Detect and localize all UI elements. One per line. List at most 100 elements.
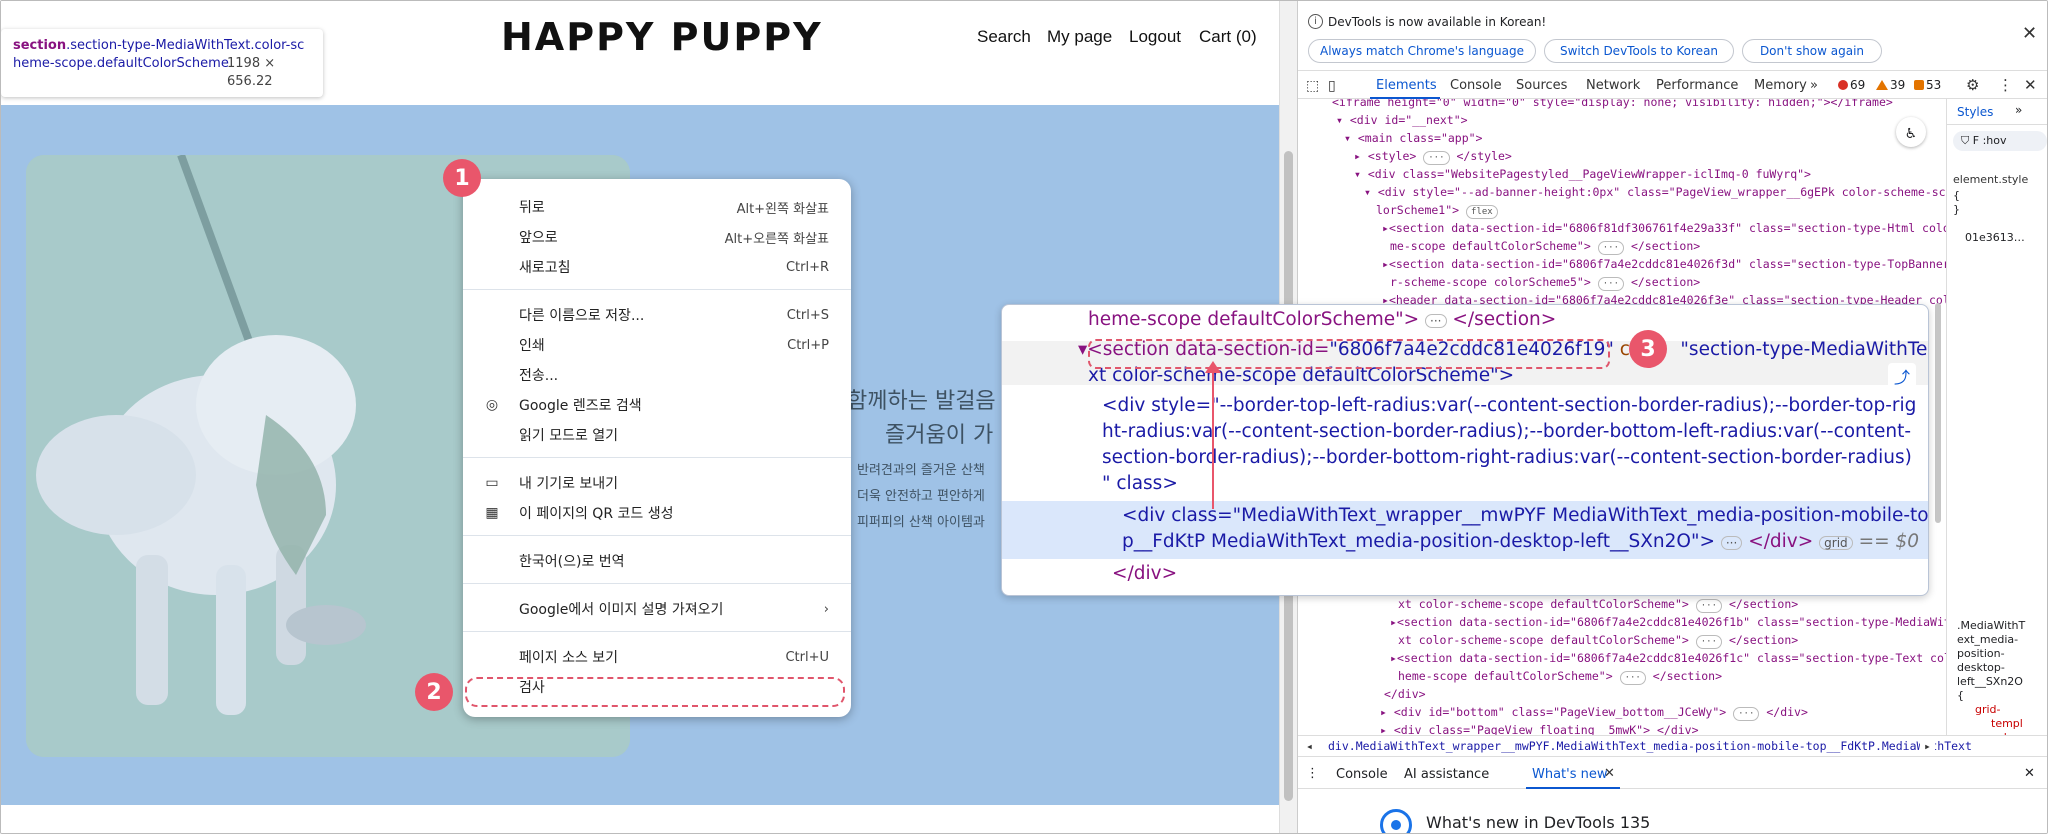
styles-pane: Styles » ⛉ F :hov element.style { } 01e3… [1946,99,2047,744]
step-2-badge: 2 [415,673,453,711]
menu-translate[interactable]: 한국어(으)로 번역 [463,547,851,575]
dom-line[interactable]: ▾ <div class="WebsitePagestyled__PageVie… [1354,165,1811,183]
tab-memory[interactable]: Memory [1754,78,1807,93]
elements-scrollbar-thumb[interactable] [1935,303,1941,523]
dom-line[interactable]: lorScheme1"> flex [1376,201,1498,219]
drawer-menu-icon[interactable]: ⋮ [1306,766,1319,781]
whats-new-title: What's new in DevTools 135 [1426,813,1651,832]
close-tab-icon[interactable]: ✕ [1604,766,1615,781]
tab-performance[interactable]: Performance [1656,78,1738,93]
infobar-message: DevTools is now available in Korean! [1328,15,1547,29]
dom-line[interactable]: ▸<section data-section-id="6806f7a4e2cdd… [1382,255,1946,273]
arrow-line [1212,369,1214,509]
dom-line[interactable]: ▸<section data-section-id="6806f7a4e2cdd… [1390,649,1946,667]
menu-save-as[interactable]: 다른 이름으로 저장... Ctrl+S [463,301,851,329]
hero-body-line2: 더욱 안전하고 편안하게 [857,489,985,504]
inspect-highlight [465,677,845,707]
dom-line[interactable]: xt color-scheme-scope defaultColorScheme… [1398,631,1798,649]
dom-line[interactable]: ▸<section data-section-id="6806f7a4e2cdd… [1390,613,1946,631]
nav-logout-link[interactable]: Logout [1129,27,1181,47]
menu-print[interactable]: 인쇄 Ctrl+P [463,331,851,359]
match-language-button[interactable]: Always match Chrome's language [1308,39,1536,63]
tooltip-dimensions: 1198 × 656.22 [227,56,276,89]
menu-back[interactable]: 뒤로 Alt+왼쪽 화살표 [463,193,851,221]
close-devtools-icon[interactable]: ✕ [2024,76,2037,94]
warning-count-badge[interactable]: 39 [1876,78,1905,92]
pin-icon[interactable]: ⤴ [1888,363,1916,389]
dom-breadcrumb[interactable]: ◂ div.MediaWithText_wrapper__mwPYF.Media… [1298,735,2047,757]
menu-google-lens[interactable]: ◎ Google 렌즈로 검색 [463,391,851,419]
dom-line[interactable]: ▾ <div style="--ad-banner-height:0px" cl… [1364,183,1946,201]
menu-send-to-devices[interactable]: ▭ 내 기기로 보내기 [463,469,851,497]
section-id-highlight [1088,339,1610,369]
zoom-line: " class> [1102,473,1178,494]
drawer-tab-console[interactable]: Console [1336,767,1388,782]
menu-reading-mode[interactable]: 읽기 모드로 열기 [463,421,851,449]
inspect-element-icon[interactable]: ⬚ [1306,78,1319,94]
tab-elements[interactable]: Elements [1376,78,1437,93]
style-brace-open: { [1953,189,1960,202]
dom-line[interactable]: heme-scope defaultColorScheme"> ··· </se… [1398,667,1722,685]
chevron-right-icon: › [823,601,829,617]
menu-view-source[interactable]: 페이지 소스 보기 Ctrl+U [463,643,851,671]
nav-search-link[interactable]: Search [977,27,1031,47]
breadcrumb-left-icon: ◂ [1306,739,1313,753]
dom-line[interactable]: r-scheme-scope colorScheme5"> ··· </sect… [1390,273,1700,291]
dom-line[interactable]: ▸ <style> ··· </style> [1354,147,1512,165]
dom-line[interactable]: ▸<section data-section-id="6806f81df3067… [1382,219,1946,237]
styles-tabbar: Styles » [1947,99,2047,125]
dom-line[interactable]: <iframe height="0" width="0" style="disp… [1332,99,1893,111]
devtools-tabbar: ⬚ ▯ Elements Console Sources Network Per… [1298,73,2047,99]
styles-filter-input[interactable]: ⛉ F :hov [1953,131,2047,151]
menu-reload[interactable]: 새로고침 Ctrl+R [463,253,851,281]
drawer-tab-ai-assistance[interactable]: AI assistance [1404,767,1489,782]
menu-separator [463,457,851,458]
qr-code-icon: ▦ [485,505,499,521]
tab-styles[interactable]: Styles [1957,105,1993,119]
stylesheet-link[interactable]: 01e3613… [1965,231,2025,244]
menu-cast[interactable]: 전송... [463,361,851,389]
issues-count-badge[interactable]: 53 [1914,78,1941,92]
style-rule: .MediaWithT ext_media- position- desktop… [1957,619,2026,744]
dom-line[interactable]: </div> [1384,685,1426,703]
close-drawer-icon[interactable]: ✕ [2024,766,2035,781]
language-infobar: i DevTools is now available in Korean! A… [1298,1,2047,71]
more-options-icon[interactable]: ⋮ [1998,76,2013,94]
dom-line[interactable]: xt color-scheme-scope defaultColorScheme… [1398,595,1798,613]
issues-icon [1914,80,1924,90]
tab-console[interactable]: Console [1450,78,1502,93]
settings-gear-icon[interactable]: ⚙ [1966,76,1979,94]
dom-line[interactable]: me-scope defaultColorScheme"> ··· </sect… [1390,237,1700,255]
drawer-tab-whats-new[interactable]: What's new [1532,767,1608,782]
elements-scrollbar[interactable] [1934,113,1942,733]
accessibility-icon[interactable]: ♿ [1896,117,1926,147]
menu-forward[interactable]: 앞으로 Alt+오른쪽 화살표 [463,223,851,251]
hero-heading-line1: 함께하는 발걸음 [847,389,996,414]
tab-network[interactable]: Network [1586,78,1640,93]
dom-line[interactable]: ▸ <div id="bottom" class="PageView_botto… [1380,703,1808,721]
dom-line[interactable]: ▾ <main class="app"> [1344,129,1482,147]
switch-korean-button[interactable]: Switch DevTools to Korean [1544,39,1734,63]
close-infobar-icon[interactable]: ✕ [2022,23,2037,44]
menu-separator [463,535,851,536]
menu-separator [463,631,851,632]
device-toolbar-icon[interactable]: ▯ [1328,78,1336,94]
zoom-line: ht-radius:var(--content-section-border-r… [1102,421,1912,442]
nav-cart-link[interactable]: Cart (0) [1199,27,1257,47]
zoom-line: p__FdKtP MediaWithText_media-position-de… [1122,531,1919,552]
tab-sources[interactable]: Sources [1516,78,1567,93]
more-tabs-icon[interactable]: » [1810,78,1818,93]
menu-image-descriptions[interactable]: Google에서 이미지 설명 가져오기 › [463,595,851,623]
zoom-line: <div class="MediaWithText_wrapper__mwPYF… [1122,505,1929,526]
error-icon [1838,80,1848,90]
nav-mypage-link[interactable]: My page [1047,27,1112,47]
zoom-line: </div> [1112,563,1178,584]
lens-icon: ◎ [485,397,499,413]
menu-qr-code[interactable]: ▦ 이 페이지의 QR 코드 생성 [463,499,851,527]
site-logo[interactable]: HAPPY PUPPY [501,15,823,59]
error-count-badge[interactable]: 69 [1838,78,1865,92]
dont-show-again-button[interactable]: Don't show again [1742,39,1882,63]
zoom-line: heme-scope defaultColorScheme"> ··· </se… [1088,309,1557,330]
dom-line[interactable]: ▾ <div id="__next"> [1336,111,1468,129]
more-panes-icon[interactable]: » [2015,103,2022,117]
